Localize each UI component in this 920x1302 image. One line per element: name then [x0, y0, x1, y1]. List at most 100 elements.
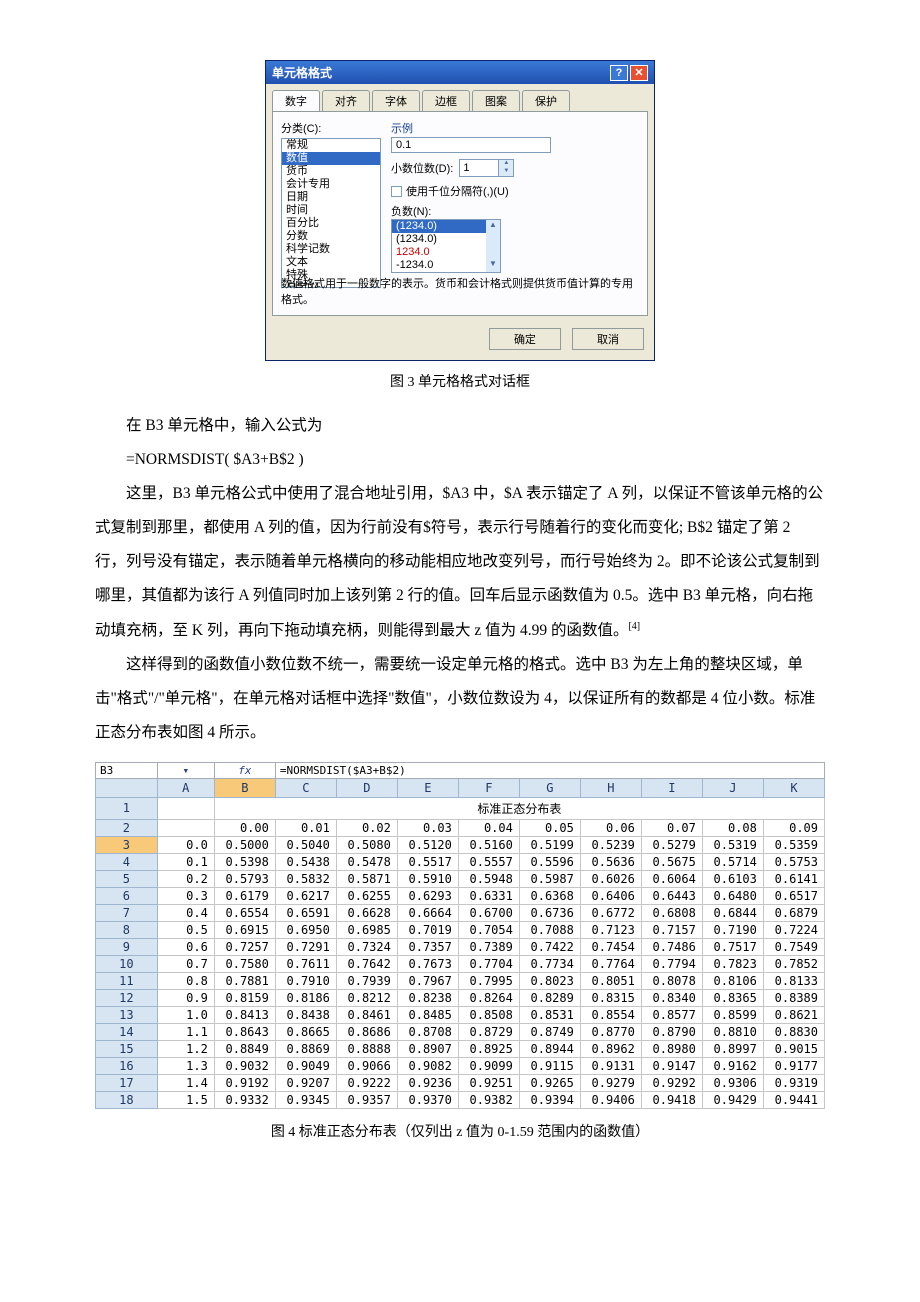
cell[interactable]: 0.6064 [641, 870, 702, 887]
cell[interactable]: 0.7 [157, 955, 214, 972]
cell[interactable] [157, 819, 214, 836]
cell[interactable]: 0.03 [397, 819, 458, 836]
cell[interactable]: 0.7881 [214, 972, 275, 989]
cell[interactable]: 0.7019 [397, 921, 458, 938]
cell[interactable]: 1.1 [157, 1023, 214, 1040]
category-item[interactable]: 会计专用 [282, 178, 380, 191]
cell[interactable]: 0.6443 [641, 887, 702, 904]
cell[interactable]: 0.06 [580, 819, 641, 836]
cancel-button[interactable]: 取消 [572, 328, 644, 350]
cell[interactable]: 0.9147 [641, 1057, 702, 1074]
cell[interactable]: 0.8554 [580, 1006, 641, 1023]
cell[interactable]: 0.5279 [641, 836, 702, 853]
cell[interactable]: 0.6293 [397, 887, 458, 904]
cell[interactable]: 0.7939 [336, 972, 397, 989]
cell[interactable]: 0.8389 [763, 989, 824, 1006]
category-item[interactable]: 分数 [282, 230, 380, 243]
negative-listbox[interactable]: (1234.0)(1234.0)1234.0-1234.0 ▲ ▼ [391, 219, 501, 273]
cell[interactable]: 0.5832 [275, 870, 336, 887]
thousand-separator-checkbox[interactable] [391, 186, 402, 197]
cell[interactable]: 0.5714 [702, 853, 763, 870]
row-header[interactable]: 4 [96, 853, 158, 870]
cell[interactable]: 0.8438 [275, 1006, 336, 1023]
cell[interactable]: 0.7823 [702, 955, 763, 972]
cell[interactable]: 0.9115 [519, 1057, 580, 1074]
cell[interactable]: 0.6368 [519, 887, 580, 904]
column-header[interactable]: C [275, 778, 336, 797]
cell[interactable]: 0.6985 [336, 921, 397, 938]
decimal-places-input[interactable] [459, 159, 499, 177]
cell[interactable]: 1.2 [157, 1040, 214, 1057]
negative-item[interactable]: -1234.0 [392, 259, 500, 272]
row-header[interactable]: 5 [96, 870, 158, 887]
cell[interactable]: 0.8997 [702, 1040, 763, 1057]
cell[interactable]: 0.07 [641, 819, 702, 836]
cell[interactable]: 0.7123 [580, 921, 641, 938]
cell[interactable]: 0.02 [336, 819, 397, 836]
cell[interactable]: 0.01 [275, 819, 336, 836]
cell[interactable]: 0.6217 [275, 887, 336, 904]
row-header[interactable]: 1 [96, 797, 158, 819]
fx-icon[interactable]: fx [214, 762, 275, 778]
cell[interactable]: 0.6664 [397, 904, 458, 921]
spinner-up-icon[interactable]: ▲ [499, 160, 513, 168]
cell[interactable]: 0.7357 [397, 938, 458, 955]
cell[interactable]: 0.6 [157, 938, 214, 955]
category-listbox[interactable]: 常规数值货币会计专用日期时间百分比分数科学记数文本特殊自定义 [281, 138, 381, 288]
cell[interactable]: 0.7642 [336, 955, 397, 972]
cell[interactable]: 0.7054 [458, 921, 519, 938]
cell[interactable]: 0.8 [157, 972, 214, 989]
row-header[interactable]: 17 [96, 1074, 158, 1091]
cell[interactable]: 0.5793 [214, 870, 275, 887]
cell[interactable]: 0.9162 [702, 1057, 763, 1074]
category-item[interactable]: 数值 [282, 152, 380, 165]
cell[interactable]: 0.8051 [580, 972, 641, 989]
spinner-down-icon[interactable]: ▼ [499, 168, 513, 176]
cell[interactable]: 0.7967 [397, 972, 458, 989]
cell[interactable]: 0.6879 [763, 904, 824, 921]
cell[interactable]: 0.8340 [641, 989, 702, 1006]
cell[interactable]: 0.2 [157, 870, 214, 887]
cell[interactable]: 0.9279 [580, 1074, 641, 1091]
cell[interactable]: 0.9032 [214, 1057, 275, 1074]
cell[interactable]: 0.6915 [214, 921, 275, 938]
cell[interactable]: 0.9066 [336, 1057, 397, 1074]
cell[interactable]: 0.9236 [397, 1074, 458, 1091]
column-header[interactable]: B [214, 778, 275, 797]
scroll-down-icon[interactable]: ▼ [486, 259, 500, 272]
cell[interactable]: 0.9082 [397, 1057, 458, 1074]
cell[interactable]: 0.08 [702, 819, 763, 836]
cell[interactable]: 0.8531 [519, 1006, 580, 1023]
cell[interactable]: 0.7257 [214, 938, 275, 955]
row-header[interactable]: 16 [96, 1057, 158, 1074]
cell[interactable]: 0.8159 [214, 989, 275, 1006]
cell[interactable]: 0.8461 [336, 1006, 397, 1023]
cell[interactable]: 0.7157 [641, 921, 702, 938]
tab-1[interactable]: 对齐 [322, 90, 370, 111]
column-header[interactable]: F [458, 778, 519, 797]
cell[interactable]: 0.05 [519, 819, 580, 836]
cell[interactable]: 0.8665 [275, 1023, 336, 1040]
cell[interactable]: 0.0 [157, 836, 214, 853]
cell[interactable]: 0.5557 [458, 853, 519, 870]
cell[interactable]: 0.5675 [641, 853, 702, 870]
cell[interactable]: 0.8238 [397, 989, 458, 1006]
row-header[interactable]: 12 [96, 989, 158, 1006]
cell[interactable]: 0.7852 [763, 955, 824, 972]
cell[interactable]: 0.7088 [519, 921, 580, 938]
cell[interactable]: 0.6103 [702, 870, 763, 887]
cell[interactable]: 0.8980 [641, 1040, 702, 1057]
ok-button[interactable]: 确定 [489, 328, 561, 350]
row-header[interactable]: 9 [96, 938, 158, 955]
cell[interactable]: 0.9357 [336, 1091, 397, 1108]
column-header[interactable]: D [336, 778, 397, 797]
cell[interactable]: 1.3 [157, 1057, 214, 1074]
cell[interactable]: 0.7764 [580, 955, 641, 972]
cell[interactable]: 0.9222 [336, 1074, 397, 1091]
cell[interactable]: 0.4 [157, 904, 214, 921]
cell[interactable]: 0.8023 [519, 972, 580, 989]
cell[interactable]: 0.8577 [641, 1006, 702, 1023]
cell[interactable]: 0.8749 [519, 1023, 580, 1040]
cell[interactable]: 0.6591 [275, 904, 336, 921]
cell[interactable]: 0.8264 [458, 989, 519, 1006]
